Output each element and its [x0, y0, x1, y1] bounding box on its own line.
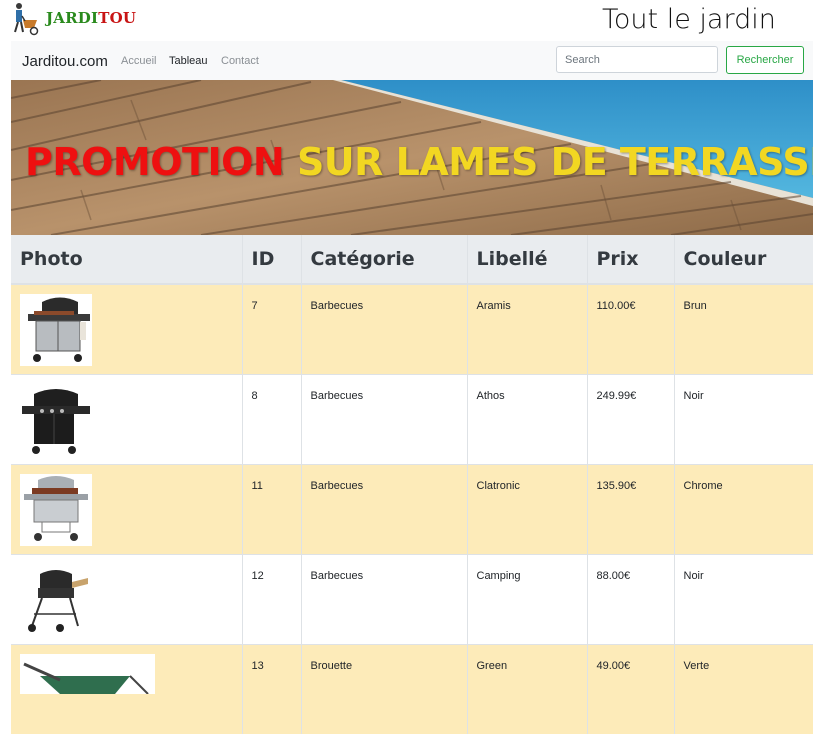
- id-cell: 13: [241, 643, 301, 734]
- photo-cell: [11, 283, 242, 374]
- couleur-cell: Chrome: [673, 463, 813, 554]
- search-input[interactable]: [556, 46, 718, 73]
- couleur-value: Verte: [683, 659, 710, 672]
- prix-value: 49.00€: [596, 659, 631, 672]
- table-row: 8 Barbecues Athos 249.99€ Noir: [11, 373, 813, 464]
- prix-cell: 49.00€: [586, 643, 674, 734]
- categorie-value: Barbecues: [310, 389, 364, 402]
- categorie-cell: Barbecues: [300, 463, 467, 554]
- prix-value: 135.90€: [596, 479, 637, 492]
- table-row: 13 Brouette Green 49.00€ Verte: [11, 643, 813, 734]
- couleur-value: Brun: [683, 300, 707, 312]
- prix-cell: 249.99€: [586, 373, 674, 464]
- libelle-value: Green: [476, 659, 508, 672]
- table-row: 11 Barbecues Clatronic 135.90€ Chrome: [11, 463, 813, 554]
- barbecue-grill-icon: [20, 294, 92, 366]
- nav-link-contact[interactable]: Contact: [221, 55, 259, 67]
- promo-title-red: PROMOTION: [25, 140, 285, 184]
- logo-text: JARDITOU: [46, 9, 136, 27]
- barbecue-grill-icon: [20, 563, 92, 636]
- couleur-cell: Noir: [673, 553, 813, 644]
- libelle-cell: Clatronic: [466, 463, 587, 554]
- prix-value: 110.00€: [596, 300, 636, 312]
- column-header-photo: Photo: [11, 235, 242, 285]
- id-value: 13: [251, 659, 264, 672]
- products-table: Photo ID Catégorie Libellé Prix Couleur: [11, 235, 813, 734]
- promo-title: PROMOTION SUR LAMES DE TERRASSE: [25, 140, 813, 184]
- column-header-prix: Prix: [586, 235, 674, 285]
- categorie-value: Barbecues: [310, 479, 364, 492]
- table-row: 7 Barbecues Aramis 110.00€ Brun: [11, 283, 813, 374]
- couleur-cell: Verte: [673, 643, 813, 734]
- categorie-cell: Barbecues: [300, 373, 467, 464]
- libelle-cell: Athos: [466, 373, 587, 464]
- photo-cell: [11, 553, 242, 644]
- libelle-cell: Camping: [466, 553, 587, 644]
- nav-link-accueil[interactable]: Accueil: [121, 55, 156, 67]
- logo-text-jardi: JARDI: [46, 9, 99, 27]
- categorie-cell: Barbecues: [300, 283, 467, 374]
- wheelbarrow-icon: [20, 653, 155, 694]
- photo-cell: [11, 373, 242, 464]
- id-cell: 12: [241, 553, 301, 644]
- column-header-libelle: Libellé: [466, 235, 587, 285]
- nav-link-tableau[interactable]: Tableau: [169, 55, 208, 67]
- column-header-categorie: Catégorie: [300, 235, 467, 285]
- couleur-value: Noir: [683, 389, 704, 402]
- barbecue-grill-icon: [20, 473, 92, 546]
- couleur-value: Chrome: [683, 479, 723, 492]
- prix-cell: 135.90€: [586, 463, 674, 554]
- column-header-couleur: Couleur: [673, 235, 813, 285]
- libelle-value: Camping: [476, 569, 521, 582]
- photo-cell: [11, 463, 242, 554]
- table-header-row: Photo ID Catégorie Libellé Prix Couleur: [11, 235, 813, 285]
- couleur-cell: Noir: [673, 373, 813, 464]
- id-cell: 11: [241, 463, 301, 554]
- navbar: Jarditou.com Accueil Tableau Contact Rec…: [11, 41, 813, 80]
- navbar-brand[interactable]: Jarditou.com: [22, 53, 108, 70]
- libelle-value: Clatronic: [476, 479, 520, 492]
- promo-title-yellow: SUR LAMES DE TERRASSE: [296, 140, 813, 184]
- id-value: 8: [251, 389, 258, 402]
- id-value: 11: [251, 479, 263, 492]
- categorie-value: Brouette: [310, 659, 353, 672]
- id-cell: 7: [241, 283, 301, 374]
- libelle-value: Athos: [476, 389, 505, 402]
- promo-banner: PROMOTION SUR LAMES DE TERRASSE: [11, 80, 813, 235]
- couleur-value: Noir: [683, 569, 704, 582]
- column-header-id: ID: [241, 235, 301, 285]
- categorie-value: Barbecues: [310, 569, 364, 582]
- prix-value: 88.00€: [596, 569, 631, 582]
- libelle-cell: Green: [466, 643, 587, 734]
- search-button[interactable]: Rechercher: [726, 46, 804, 74]
- libelle-value: Aramis: [476, 300, 511, 312]
- prix-cell: 88.00€: [586, 553, 674, 644]
- logo-text-tou: TOU: [98, 9, 137, 27]
- id-cell: 8: [241, 373, 301, 464]
- barbecue-grill-icon: [20, 383, 92, 456]
- logo[interactable]: JARDITOU: [10, 2, 136, 36]
- site-title: Tout le jardin: [602, 4, 776, 35]
- table-row: 12 Barbecues Camping 88.00€ Noir: [11, 553, 813, 644]
- id-value: 7: [251, 300, 258, 312]
- photo-cell: [11, 643, 242, 734]
- id-value: 12: [251, 569, 264, 582]
- categorie-cell: Barbecues: [300, 553, 467, 644]
- gardener-logo-icon: [14, 3, 39, 36]
- prix-value: 249.99€: [596, 389, 637, 402]
- categorie-value: Barbecues: [310, 300, 364, 312]
- top-header: JARDITOU Tout le jardin: [0, 0, 827, 40]
- categorie-cell: Brouette: [300, 643, 467, 734]
- prix-cell: 110.00€: [586, 283, 674, 374]
- couleur-cell: Brun: [673, 283, 813, 374]
- libelle-cell: Aramis: [466, 283, 587, 374]
